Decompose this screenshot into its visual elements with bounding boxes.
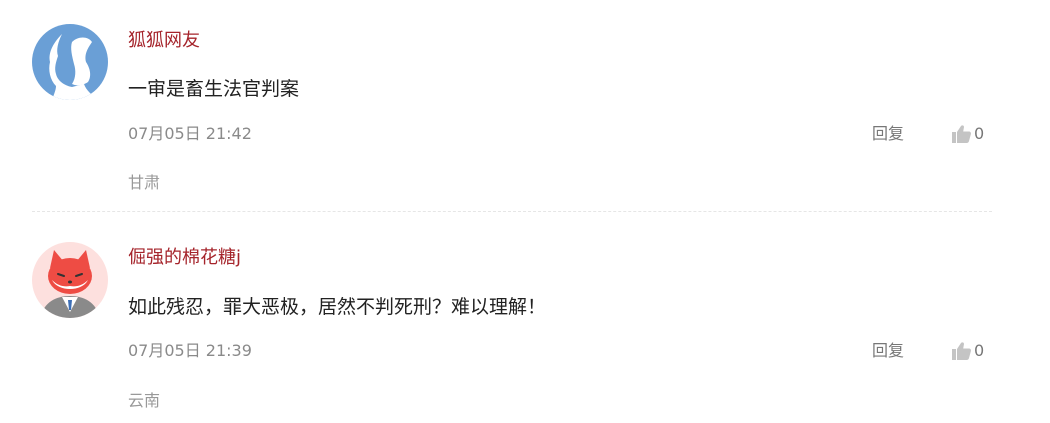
like-count: 0 (974, 341, 985, 360)
like-button[interactable]: 0 (951, 340, 984, 362)
username-link[interactable]: 狐狐网友 (128, 29, 200, 53)
comment-item: 倔强的棉花糖j 如此残忍，罪大恶极，居然不判死刑？难以理解！ 07月05日 21… (0, 217, 1050, 423)
reply-button[interactable]: 回复 (872, 123, 904, 145)
reply-button[interactable]: 回复 (872, 340, 904, 362)
thumbs-up-icon (951, 124, 972, 144)
user-avatar[interactable] (32, 242, 108, 318)
comment-timestamp: 07月05日 21:42 (128, 124, 252, 143)
comment-divider (32, 211, 992, 212)
comment-text: 如此残忍，罪大恶极，居然不判死刑？难以理解！ (128, 296, 547, 318)
thumbs-up-icon (951, 341, 972, 361)
default-user-avatar-icon (32, 24, 108, 100)
comment-location: 甘肃 (128, 173, 161, 192)
comment-text: 一审是畜生法官判案 (128, 78, 300, 100)
comment-location: 云南 (128, 391, 161, 410)
comment-item: 狐狐网友 一审是畜生法官判案 07月05日 21:42 回复 0 甘肃 (0, 0, 1050, 212)
user-avatar[interactable] (32, 24, 108, 100)
like-count: 0 (974, 124, 985, 143)
like-button[interactable]: 0 (951, 123, 984, 145)
comment-timestamp: 07月05日 21:39 (128, 341, 252, 360)
fox-avatar-icon (32, 242, 108, 318)
username-link[interactable]: 倔强的棉花糖j (128, 246, 241, 270)
